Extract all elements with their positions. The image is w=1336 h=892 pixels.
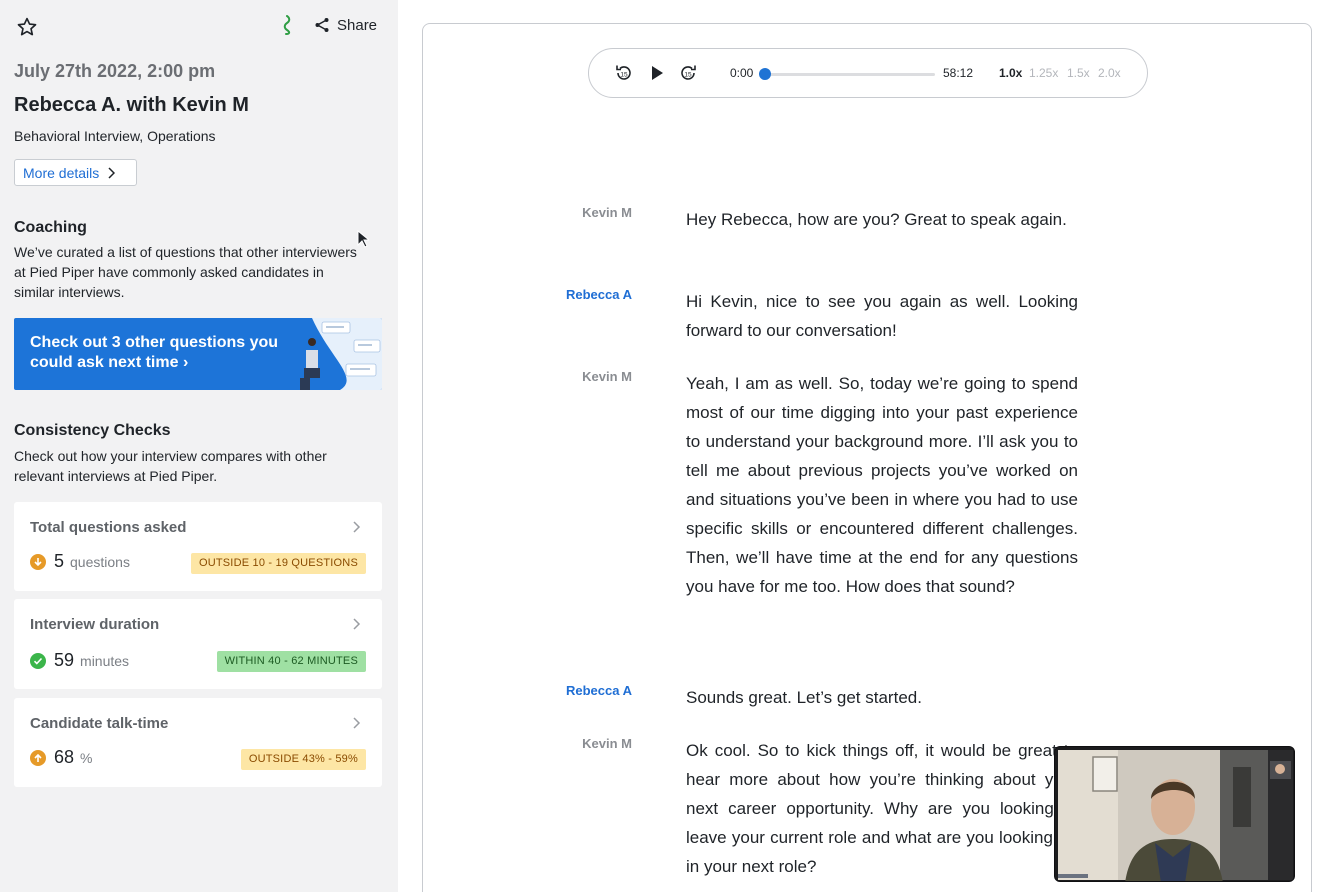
metric-card-talk-time[interactable]: Candidate talk-time 68 % OUTSIDE 43% - 5… <box>14 698 382 787</box>
utterance-text: Hi Kevin, nice to see you again as well.… <box>686 292 1078 340</box>
utterance-text: Sounds great. Let’s get started. <box>686 688 922 707</box>
more-details-label: More details <box>23 164 100 181</box>
utterance-text: Hey Rebecca, how are you? Great to speak… <box>686 210 1067 229</box>
chevron-right-icon <box>353 618 361 630</box>
speaker-name: Rebecca A <box>566 683 632 698</box>
chevron-right-icon <box>353 717 361 729</box>
chevron-right-icon <box>353 521 361 533</box>
page-title: Rebecca A. with Kevin M <box>14 94 249 116</box>
progress-track[interactable] <box>765 73 935 76</box>
speaker-name: Kevin M <box>582 369 632 384</box>
promo-illustration <box>300 318 382 390</box>
metric-title: Candidate talk-time <box>30 715 169 732</box>
speed-1-25x[interactable]: 1.25x <box>1029 66 1058 80</box>
sidebar: Share July 27th 2022, 2:00 pm Rebecca A.… <box>0 0 398 892</box>
forward-15-icon[interactable]: 15 <box>677 62 699 84</box>
status-badge: OUTSIDE 10 - 19 QUESTIONS <box>190 553 366 574</box>
brand-icon <box>278 14 296 36</box>
interview-date: July 27th 2022, 2:00 pm <box>14 61 216 81</box>
speed-1x[interactable]: 1.0x <box>999 66 1022 80</box>
status-badge: WITHIN 40 - 62 MINUTES <box>216 651 366 672</box>
audio-player: 15 15 0:00 58:12 1.0x 1.25x 1.5x 2.0x <box>588 48 1148 98</box>
utterance-text: Yeah, I am as well. So, today we’re goin… <box>686 374 1078 596</box>
play-icon[interactable] <box>646 62 668 84</box>
metric-value: 59 <box>54 650 75 670</box>
metric-unit: questions <box>70 554 130 570</box>
speaker-name: Rebecca A <box>566 287 632 302</box>
speed-1-5x[interactable]: 1.5x <box>1067 66 1090 80</box>
coaching-description: We’ve curated a list of questions that o… <box>14 244 357 300</box>
current-time: 0:00 <box>730 66 754 80</box>
more-details-button[interactable]: More details <box>14 159 137 186</box>
svg-text:15: 15 <box>684 72 692 79</box>
consistency-description: Check out how your interview compares wi… <box>14 448 327 484</box>
metric-value: 68 <box>54 747 75 767</box>
svg-text:15: 15 <box>620 72 628 79</box>
coaching-promo-banner[interactable]: Check out 3 other questions you could as… <box>14 318 382 390</box>
speaker-name: Kevin M <box>582 205 632 220</box>
check-circle-icon <box>30 652 46 669</box>
webcam-preview <box>1055 747 1294 881</box>
arrow-up-icon <box>30 749 46 766</box>
mouse-cursor-icon <box>357 230 369 248</box>
metric-value-group: 59 minutes <box>30 650 129 671</box>
coaching-heading: Coaching <box>14 219 87 236</box>
status-badge: OUTSIDE 43% - 59% <box>240 749 366 770</box>
progress-handle[interactable] <box>759 68 771 80</box>
metric-title: Total questions asked <box>30 519 187 536</box>
metric-unit: minutes <box>80 653 130 669</box>
interview-type: Behavioral Interview, Operations <box>14 128 216 144</box>
share-button[interactable]: Share <box>314 14 377 36</box>
metric-card-questions[interactable]: Total questions asked 5 questions OUTSID… <box>14 502 382 591</box>
metric-card-duration[interactable]: Interview duration 59 minutes WITHIN 40 … <box>14 599 382 689</box>
chevron-right-icon <box>108 166 116 179</box>
metric-value: 5 <box>54 551 65 571</box>
share-label: Share <box>337 16 378 34</box>
metric-unit: % <box>80 750 93 766</box>
total-time: 58:12 <box>943 66 974 80</box>
metric-value-group: 68 % <box>30 747 92 768</box>
consistency-heading: Consistency Checks <box>14 422 171 439</box>
video-thumbnail[interactable] <box>1054 746 1295 882</box>
speed-2x[interactable]: 2.0x <box>1098 66 1121 80</box>
arrow-down-icon <box>30 553 46 570</box>
rewind-15-icon[interactable]: 15 <box>613 62 635 84</box>
promo-text: Check out 3 other questions you could as… <box>30 334 279 371</box>
metric-title: Interview duration <box>30 616 160 633</box>
utterance-text: Ok cool. So to kick things off, it would… <box>686 741 1078 876</box>
share-icon <box>315 18 329 32</box>
speaker-name: Kevin M <box>582 736 632 751</box>
star-icon[interactable] <box>14 14 40 40</box>
metric-value-group: 5 questions <box>30 551 130 572</box>
